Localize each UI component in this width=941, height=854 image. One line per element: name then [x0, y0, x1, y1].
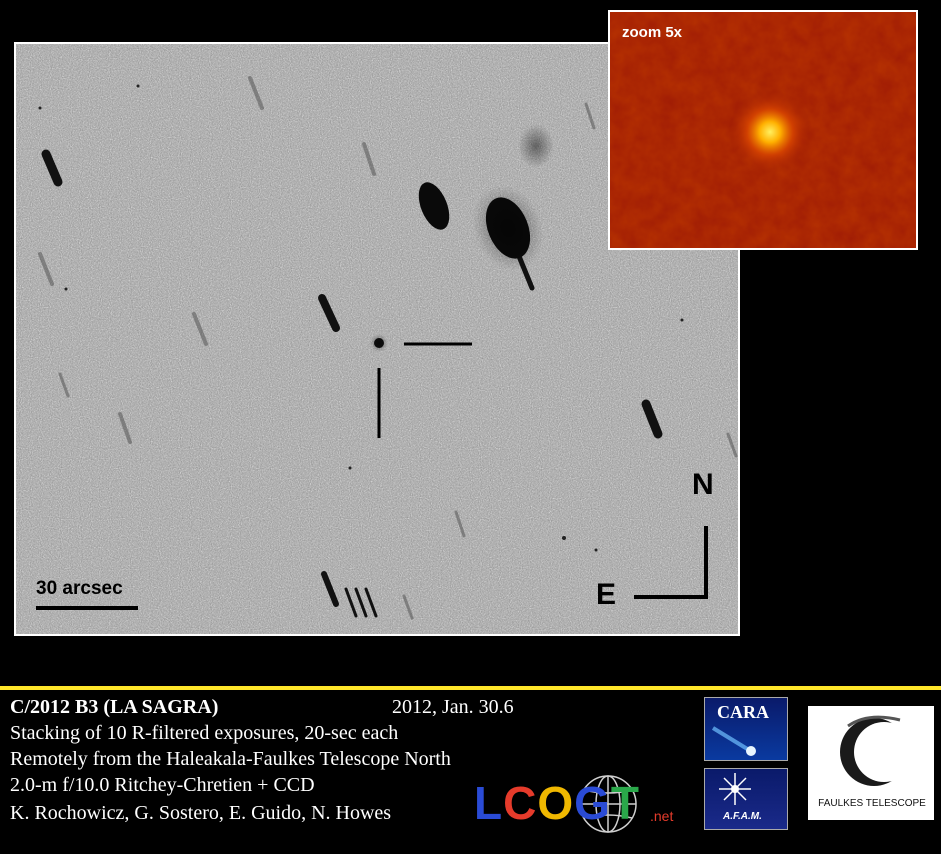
afam-logo: A.F.A.M. — [704, 768, 788, 830]
faulkes-telescope-logo: FAULKES TELESCOPE — [808, 706, 934, 820]
zoom-label: zoom 5x — [622, 24, 683, 41]
lcogt-letter: T — [610, 777, 641, 829]
observation-date: 2012, Jan. 30.6 — [392, 696, 514, 718]
comet-coma — [370, 334, 388, 352]
star-dot — [64, 287, 68, 291]
zoom-inset-svg — [610, 12, 916, 248]
lcogt-suffix: .net — [650, 808, 674, 824]
cara-logo-text: CARA — [717, 702, 769, 722]
star-dot — [680, 318, 684, 322]
zoom-inset: zoom 5x — [608, 10, 918, 250]
star-dot — [594, 548, 598, 552]
lcogt-letters: LCOGT — [474, 777, 640, 829]
crescent-icon — [840, 715, 914, 786]
comet-icon — [711, 726, 756, 756]
object-name: C/2012 B3 (LA SAGRA) — [10, 696, 219, 718]
caption-authors: K. Rochowicz, G. Sostero, E. Guido, N. H… — [10, 802, 392, 824]
lcogt-letter: O — [537, 777, 575, 829]
caption-telescope: Remotely from the Haleakala-Faulkes Tele… — [10, 748, 451, 770]
star-dot — [38, 106, 42, 110]
lcogt-letter: G — [574, 777, 611, 829]
star-dot — [562, 536, 566, 540]
star-dot — [348, 466, 352, 470]
lcogt-logo: LCOGT .net — [474, 774, 692, 834]
caption-divider — [0, 686, 941, 690]
cara-logo: CARA — [704, 697, 788, 761]
lcogt-letter: C — [503, 777, 538, 829]
faulkes-logo-text: FAULKES TELESCOPE — [818, 798, 926, 809]
faint-galaxy — [518, 124, 554, 168]
caption-instrument: 2.0-m f/10.0 Ritchey-Chretien + CCD — [10, 774, 315, 796]
star-burst-icon — [719, 773, 751, 805]
caption-exposure: Stacking of 10 R-filtered exposures, 20-… — [10, 722, 399, 744]
star-dot — [136, 84, 140, 88]
comet-core-glow — [728, 90, 812, 174]
east-label: E — [596, 578, 617, 611]
afam-logo-text: A.F.A.M. — [723, 811, 762, 822]
lcogt-letter: L — [474, 777, 504, 829]
north-label: N — [692, 468, 714, 501]
scale-bar-label: 30 arcsec — [36, 578, 123, 599]
